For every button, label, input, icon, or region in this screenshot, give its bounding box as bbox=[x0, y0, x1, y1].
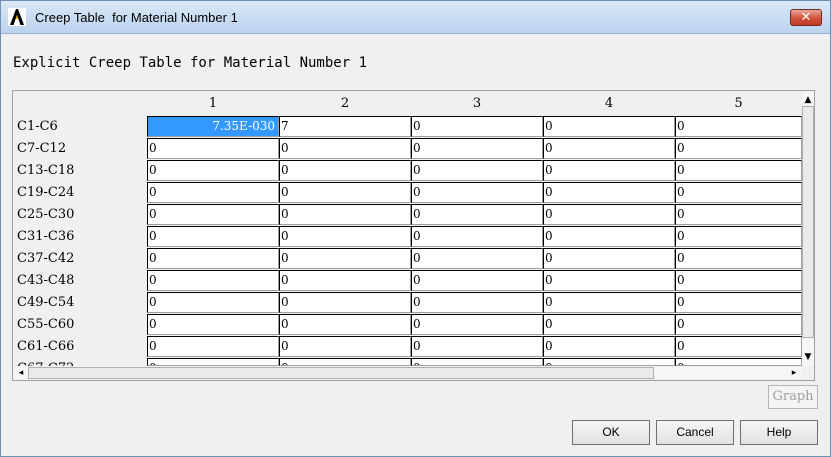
row-header: C43-C48 bbox=[17, 273, 75, 288]
table-cell[interactable]: 0 bbox=[675, 248, 802, 269]
table-cell[interactable]: 0 bbox=[675, 160, 802, 181]
table-cell[interactable]: 0 bbox=[675, 116, 802, 137]
ansys-logo-icon bbox=[8, 8, 26, 26]
row-header: C49-C54 bbox=[17, 295, 75, 310]
table-cell[interactable]: 0 bbox=[675, 292, 802, 313]
table-cell-selected[interactable]: 7.35E-030 bbox=[147, 116, 279, 137]
horizontal-scroll-thumb[interactable] bbox=[28, 367, 654, 379]
table-cell[interactable]: 0 bbox=[279, 358, 411, 366]
scroll-right-arrow-icon[interactable]: ▸ bbox=[788, 367, 800, 379]
column-header: 1 bbox=[208, 96, 218, 111]
row-header: C31-C36 bbox=[17, 229, 75, 244]
row-header: C37-C42 bbox=[17, 251, 75, 266]
table-cell[interactable]: 0 bbox=[675, 336, 802, 357]
table-cell[interactable]: 0 bbox=[675, 358, 802, 366]
table-cell[interactable]: 0 bbox=[147, 314, 279, 335]
table-cell[interactable]: 0 bbox=[675, 314, 802, 335]
table-cell[interactable]: 0 bbox=[279, 160, 411, 181]
table-cell[interactable]: 0 bbox=[543, 138, 675, 159]
table-cell[interactable]: 0 bbox=[543, 248, 675, 269]
table-cell[interactable]: 0 bbox=[675, 138, 802, 159]
row-header: C13-C18 bbox=[17, 163, 75, 178]
scroll-corner bbox=[802, 367, 814, 379]
table-cell[interactable]: 0 bbox=[147, 182, 279, 203]
table-cell[interactable]: 0 bbox=[147, 270, 279, 291]
table-cell[interactable]: 0 bbox=[411, 358, 543, 366]
column-header: 2 bbox=[340, 96, 350, 111]
table-cell[interactable]: 0 bbox=[543, 160, 675, 181]
table-cell[interactable]: 0 bbox=[411, 160, 543, 181]
table-cell[interactable]: 0 bbox=[411, 314, 543, 335]
table-cell[interactable]: 0 bbox=[147, 160, 279, 181]
scroll-left-arrow-icon[interactable]: ◂ bbox=[15, 367, 27, 379]
table-cell[interactable]: 0 bbox=[675, 182, 802, 203]
table-cell[interactable]: 0 bbox=[147, 292, 279, 313]
table-cell[interactable]: 0 bbox=[675, 204, 802, 225]
table-cell[interactable]: 0 bbox=[411, 116, 543, 137]
close-icon: ✕ bbox=[800, 10, 812, 25]
table-cell[interactable]: 0 bbox=[411, 270, 543, 291]
table-cell[interactable]: 0 bbox=[147, 204, 279, 225]
close-button[interactable]: ✕ bbox=[790, 9, 822, 26]
table-cell[interactable]: 0 bbox=[411, 292, 543, 313]
vertical-scroll-thumb[interactable] bbox=[802, 106, 814, 338]
row-header: C7-C12 bbox=[17, 141, 67, 156]
row-header: C55-C60 bbox=[17, 317, 75, 332]
row-header: C1-C6 bbox=[17, 119, 58, 134]
table-cell[interactable]: 0 bbox=[675, 270, 802, 291]
ok-button[interactable]: OK bbox=[572, 420, 650, 445]
column-header: 3 bbox=[472, 96, 482, 111]
table-cell[interactable]: 0 bbox=[279, 204, 411, 225]
column-header: 5 bbox=[734, 96, 743, 111]
table-cell[interactable]: 0 bbox=[279, 336, 411, 357]
row-header: C61-C66 bbox=[17, 339, 75, 354]
table-cell[interactable]: 0 bbox=[543, 358, 675, 366]
table-cell[interactable]: 0 bbox=[543, 314, 675, 335]
table-cell[interactable]: 0 bbox=[543, 292, 675, 313]
table-cell[interactable]: 0 bbox=[411, 336, 543, 357]
scroll-down-arrow-icon[interactable]: ▼ bbox=[802, 351, 814, 363]
table-cell[interactable]: 0 bbox=[279, 292, 411, 313]
table-cell[interactable]: 0 bbox=[543, 270, 675, 291]
table-cell[interactable]: 0 bbox=[279, 182, 411, 203]
dialog-window: Creep Table for Material Number 1 ✕ Expl… bbox=[0, 0, 831, 457]
table-cell[interactable]: 0 bbox=[147, 226, 279, 247]
table-cell[interactable]: 0 bbox=[279, 314, 411, 335]
table-cell[interactable]: 0 bbox=[279, 226, 411, 247]
row-header: C67-C72 bbox=[17, 361, 74, 366]
table-cell[interactable]: 0 bbox=[279, 270, 411, 291]
table-cell[interactable]: 0 bbox=[147, 358, 279, 366]
table-cell[interactable]: 0 bbox=[279, 138, 411, 159]
row-header: C19-C24 bbox=[17, 185, 75, 200]
table-cell[interactable]: 0 bbox=[675, 226, 802, 247]
dialog-heading: Explicit Creep Table for Material Number… bbox=[13, 55, 368, 71]
table-cell[interactable]: 7 bbox=[279, 116, 411, 137]
table-cell[interactable]: 0 bbox=[411, 182, 543, 203]
table-cell[interactable]: 0 bbox=[147, 138, 279, 159]
row-header: C25-C30 bbox=[17, 207, 75, 222]
scroll-up-arrow-icon[interactable]: ▲ bbox=[802, 94, 814, 106]
table-cell[interactable]: 0 bbox=[543, 204, 675, 225]
table-cell[interactable]: 0 bbox=[543, 226, 675, 247]
table-cell[interactable]: 0 bbox=[411, 226, 543, 247]
cancel-button[interactable]: Cancel bbox=[656, 420, 734, 445]
table-cell[interactable]: 0 bbox=[411, 248, 543, 269]
table-cell[interactable]: 0 bbox=[147, 336, 279, 357]
table-cell[interactable]: 0 bbox=[279, 248, 411, 269]
help-button[interactable]: Help bbox=[740, 420, 818, 445]
table-cell[interactable]: 0 bbox=[543, 116, 675, 137]
column-header: 4 bbox=[604, 96, 614, 111]
table-cell[interactable]: 0 bbox=[543, 182, 675, 203]
window-title: Creep Table for Material Number 1 bbox=[35, 10, 238, 25]
graph-button[interactable]: Graph bbox=[768, 385, 818, 409]
table-cell[interactable]: 0 bbox=[411, 204, 543, 225]
table-cell[interactable]: 0 bbox=[543, 336, 675, 357]
table-cell[interactable]: 0 bbox=[147, 248, 279, 269]
table-cell[interactable]: 0 bbox=[411, 138, 543, 159]
title-bar[interactable]: Creep Table for Material Number 1 ✕ bbox=[1, 1, 830, 34]
